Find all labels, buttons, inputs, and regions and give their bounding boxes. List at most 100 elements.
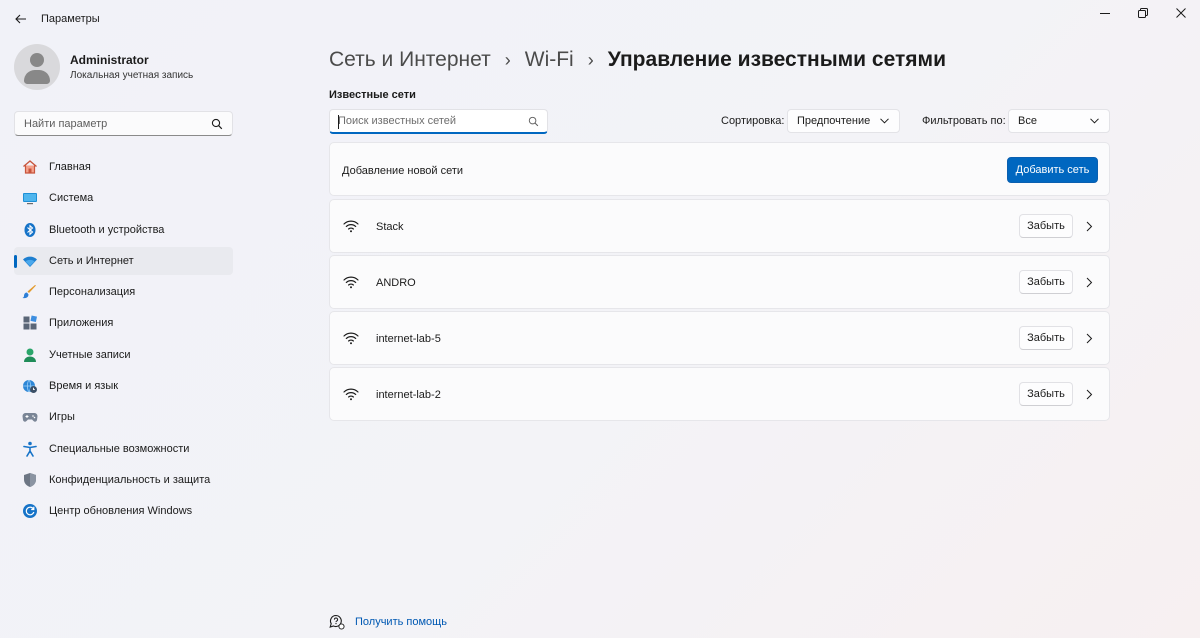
sidebar-item-label: Сеть и Интернет [49,254,134,267]
minimize-icon [1100,13,1110,14]
avatar [14,44,60,90]
profile-account-type: Локальная учетная запись [70,70,194,81]
gamepad-icon [22,409,38,425]
get-help-link[interactable]: Получить помощь [329,614,447,630]
forget-button[interactable]: Забыть [1019,382,1073,406]
filter-label: Фильтровать по: [922,115,1006,127]
system-icon [22,190,38,206]
sidebar-item-apps[interactable]: Приложения [14,309,233,337]
apps-icon [22,315,38,331]
breadcrumb-wifi[interactable]: Wi-Fi [525,48,574,72]
add-network-label: Добавление новой сети [342,165,464,177]
bluetooth-icon [22,222,38,238]
sidebar-item-gaming[interactable]: Игры [14,403,233,431]
forget-button[interactable]: Забыть [1019,270,1073,294]
help-chat-icon [329,614,345,630]
search-icon [211,118,223,130]
sidebar-item-label: Приложения [49,317,114,330]
restore-icon [1138,8,1148,18]
update-icon [22,503,38,519]
sidebar-item-personalization[interactable]: Персонализация [14,278,233,306]
chevron-right-icon[interactable] [1086,333,1093,344]
sidebar-item-label: Главная [49,161,91,173]
breadcrumb-separator-icon: › [504,49,511,70]
network-row[interactable]: internet-lab-5 Забыть [329,311,1110,365]
settings-search [14,111,233,136]
sidebar-item-label: Персонализация [49,286,136,299]
add-network-button[interactable]: Добавить сеть [1007,157,1098,183]
shield-icon [22,472,38,488]
sidebar-item-label: Конфиденциальность и защита [49,473,211,486]
accessibility-icon [22,441,38,457]
filter-selected-value: Все [1018,115,1037,127]
sidebar-item-label: Специальные возможности [49,442,190,455]
sort-label: Сортировка: [721,115,785,127]
chevron-right-icon[interactable] [1086,389,1093,400]
sidebar-item-accounts[interactable]: Учетные записи [14,341,233,369]
back-arrow-icon [15,14,26,24]
known-networks-search-input[interactable] [330,115,520,127]
forget-button[interactable]: Забыть [1019,214,1073,238]
sidebar-item-windows-update[interactable]: Центр обновления Windows [14,497,233,525]
sort-dropdown[interactable]: Предпочтение [787,109,900,133]
window-controls [1086,0,1200,26]
settings-search-input[interactable] [15,117,205,130]
sidebar-item-time-language[interactable]: Время и язык [14,372,233,400]
chevron-right-icon[interactable] [1086,221,1093,232]
wifi-signal-icon [343,332,359,345]
network-row[interactable]: ANDRO Забыть [329,255,1110,309]
breadcrumb: Сеть и Интернет › Wi-Fi › Управление изв… [329,46,946,74]
chevron-right-icon[interactable] [1086,277,1093,288]
minimize-button[interactable] [1086,0,1124,26]
chevron-down-icon [1090,118,1099,124]
sidebar-item-network[interactable]: Сеть и Интернет [14,246,233,275]
brush-icon [22,284,38,300]
sidebar-item-home[interactable]: Главная [14,153,233,181]
back-button[interactable] [8,8,34,30]
network-name: internet-lab-2 [376,389,441,401]
sidebar-item-label: Время и язык [49,380,119,393]
close-button[interactable] [1162,0,1200,26]
home-icon [22,159,38,175]
app-title: Параметры [41,13,100,25]
search-icon [528,116,539,127]
sidebar-item-label: Учетные записи [49,348,131,361]
globe-clock-icon [22,378,38,394]
sidebar-item-accessibility[interactable]: Специальные возможности [14,435,233,463]
sort-selected-value: Предпочтение [797,115,871,127]
add-network-card: Добавление новой сети Добавить сеть [329,142,1110,196]
wifi-signal-icon [343,388,359,401]
accounts-icon [22,347,38,363]
title-bar: Параметры [0,0,1200,38]
filter-dropdown[interactable]: Все [1008,109,1110,133]
close-icon [1176,8,1186,18]
network-name: internet-lab-5 [376,333,441,345]
breadcrumb-separator-icon: › [587,49,594,70]
user-profile[interactable]: Administrator Локальная учетная запись [14,44,193,90]
sidebar-item-label: Bluetooth и устройства [49,223,165,236]
wifi-signal-icon [343,276,359,289]
maximize-button[interactable] [1124,0,1162,26]
get-help-label: Получить помощь [355,616,447,628]
known-networks-search [329,109,548,134]
known-networks-heading: Известные сети [329,89,416,101]
network-row[interactable]: internet-lab-2 Забыть [329,367,1110,421]
sidebar-item-privacy[interactable]: Конфиденциальность и защита [14,466,233,494]
text-caret [338,115,339,129]
network-name: Stack [376,221,404,233]
sidebar-item-bluetooth[interactable]: Bluetooth и устройства [14,216,233,244]
profile-name: Administrator [70,53,149,67]
sidebar-item-label: Игры [49,411,75,424]
network-name: ANDRO [376,277,416,289]
sidebar-nav: Главная Система Bluetooth и устройства С… [14,153,233,529]
wifi-icon [22,253,38,269]
forget-button[interactable]: Забыть [1019,326,1073,350]
network-row[interactable]: Stack Забыть [329,199,1110,253]
breadcrumb-network[interactable]: Сеть и Интернет [329,48,491,72]
page-title: Управление известными сетями [607,48,946,71]
wifi-signal-icon [343,220,359,233]
chevron-down-icon [880,118,889,124]
sidebar-item-label: Система [49,192,94,205]
sidebar-item-label: Центр обновления Windows [49,505,193,518]
sidebar-item-system[interactable]: Система [14,184,233,212]
